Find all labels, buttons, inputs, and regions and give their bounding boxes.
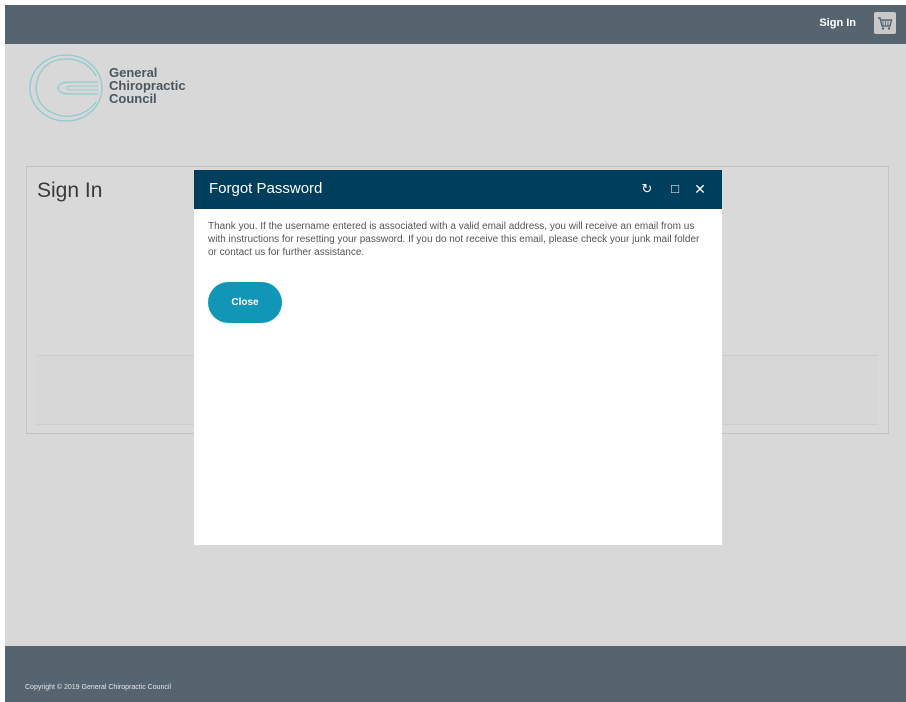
page: Sign In General Chiropractic Council Sig… <box>5 5 906 702</box>
forgot-password-dialog: Forgot Password ↻ □ ✕ Thank you. If the … <box>194 170 722 545</box>
copyright-text: Copyright © 2019 General Chiropractic Co… <box>25 684 172 691</box>
cart-icon <box>878 17 893 30</box>
page-title: Sign In <box>37 179 103 202</box>
close-button[interactable]: Close <box>208 282 282 323</box>
gcc-logo-mark-icon <box>29 54 103 122</box>
refresh-icon[interactable]: ↻ <box>638 179 656 199</box>
logo-line-council: Council <box>109 91 157 106</box>
dialog-message: Thank you. If the username entered is as… <box>208 221 700 258</box>
sign-in-link[interactable]: Sign In <box>819 17 856 29</box>
close-icon[interactable]: ✕ <box>691 179 709 199</box>
dialog-title: Forgot Password <box>209 180 323 197</box>
page-footer: Copyright © 2019 General Chiropractic Co… <box>5 646 906 702</box>
maximize-icon[interactable]: □ <box>666 179 684 199</box>
logo-text: General Chiropractic Council <box>109 66 219 105</box>
cart-button[interactable] <box>874 12 896 34</box>
gcc-logo[interactable]: General Chiropractic Council <box>28 52 218 124</box>
dialog-header: Forgot Password ↻ □ ✕ <box>194 170 722 209</box>
top-navigation-bar: Sign In <box>5 5 906 44</box>
